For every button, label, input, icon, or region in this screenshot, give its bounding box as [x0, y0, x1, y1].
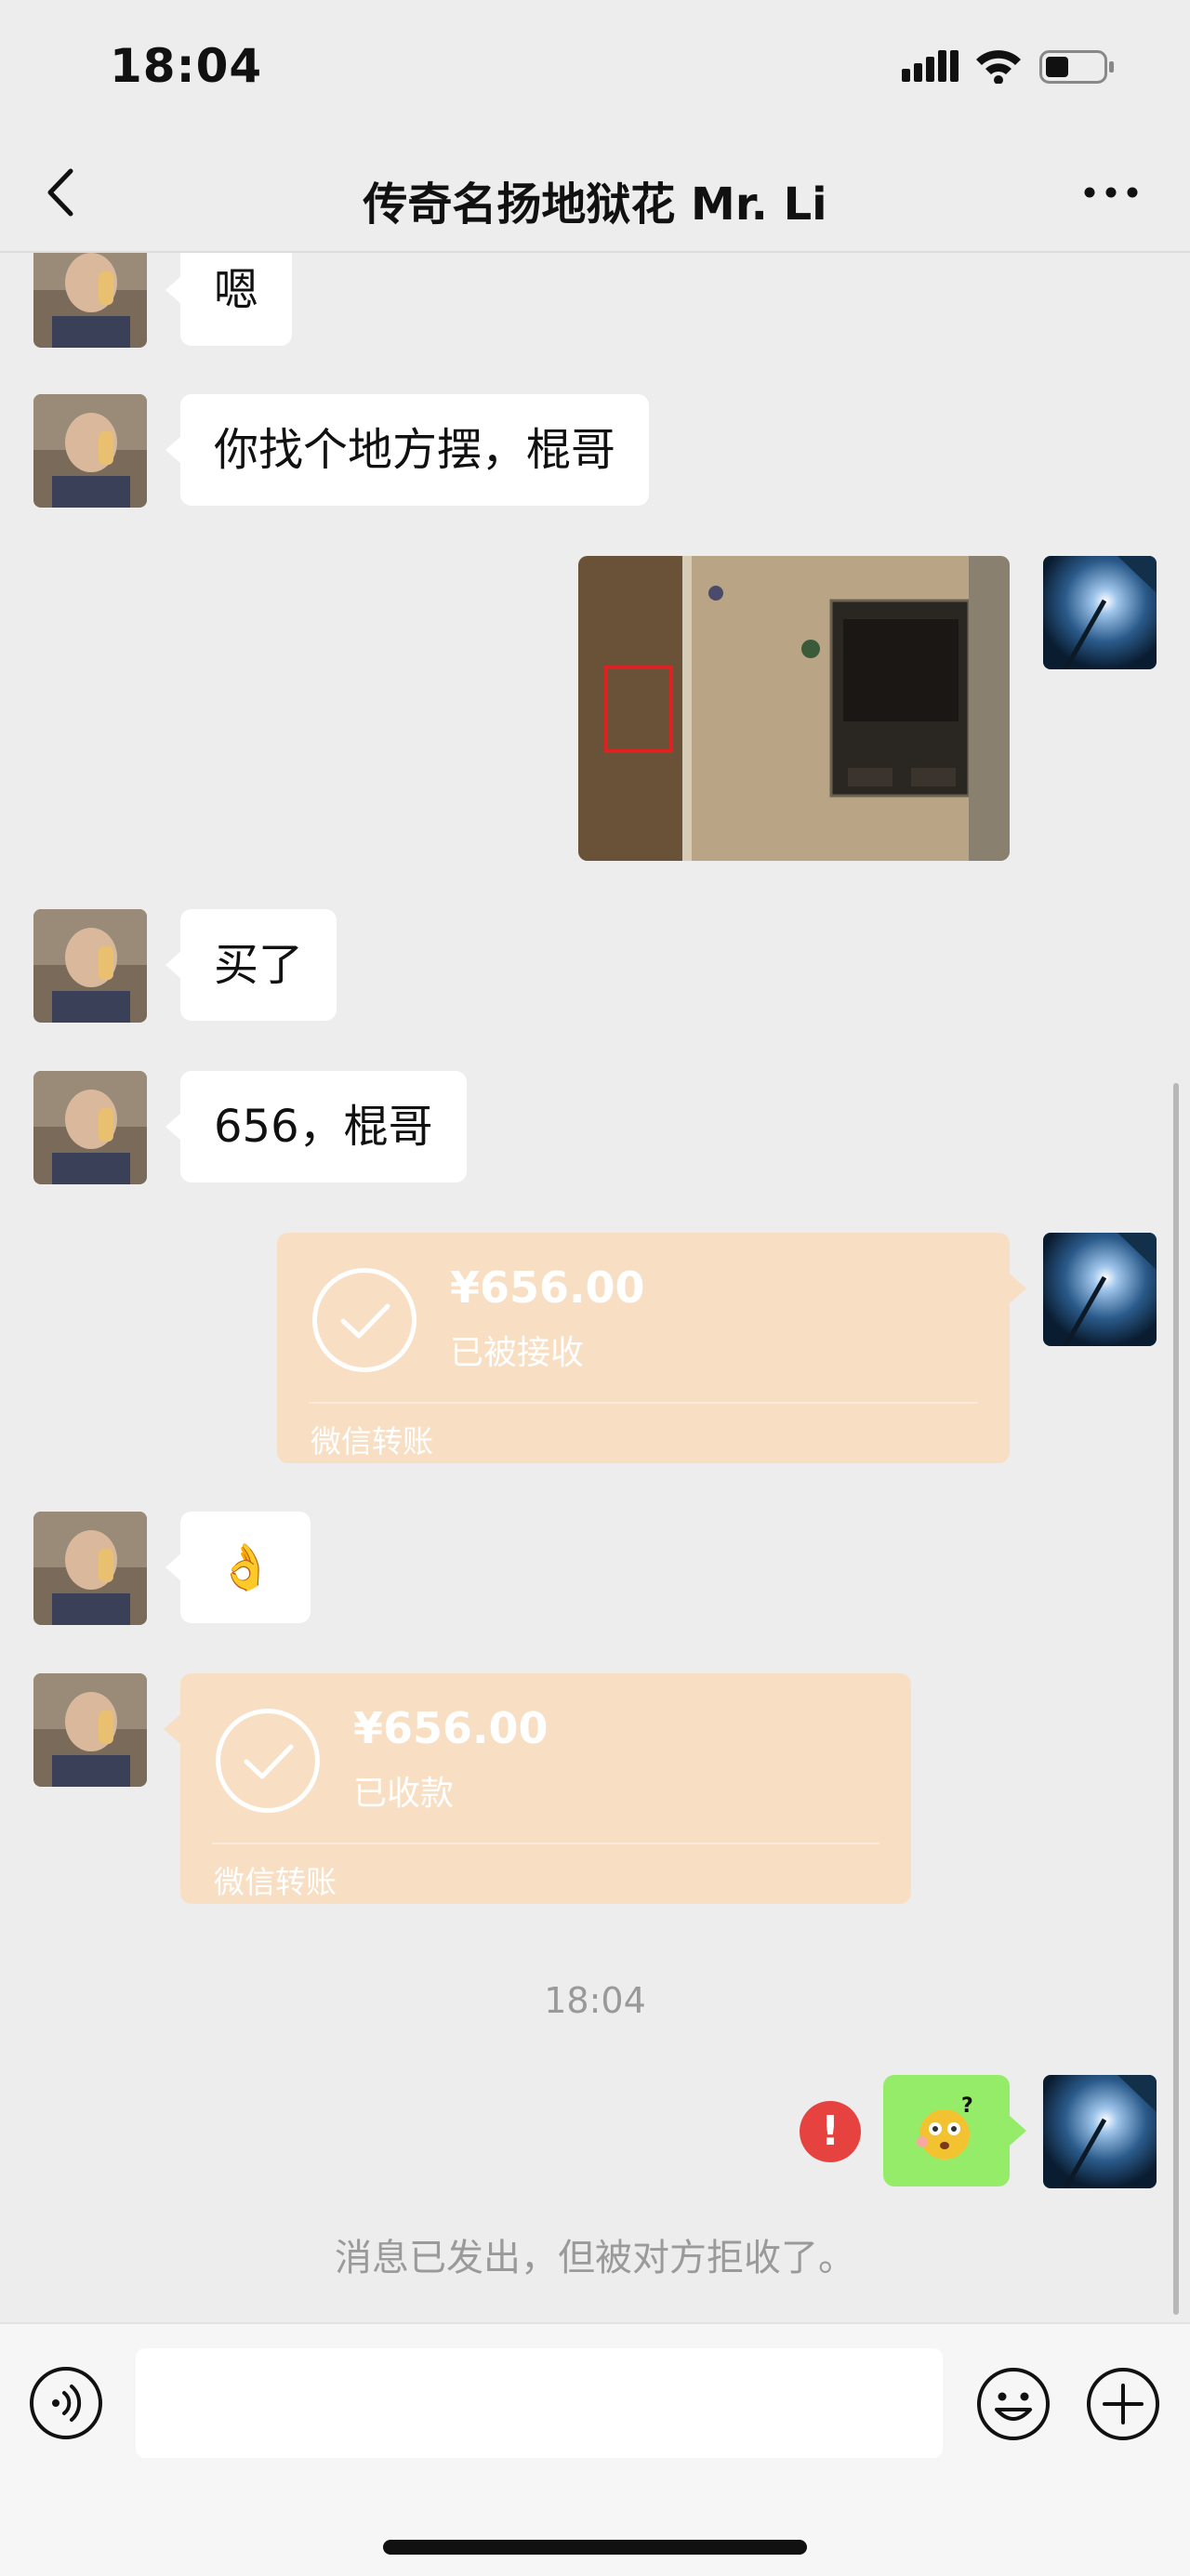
- rejected-system-note: 消息已发出，但被对方拒收了。: [335, 2237, 855, 2279]
- send-failed-icon[interactable]: !: [800, 2101, 861, 2162]
- status-bar: 18:04: [0, 0, 1190, 139]
- received-emoji-bubble[interactable]: 👌: [165, 1512, 311, 1623]
- transfer-card-received[interactable]: ¥656.00 已收款 微信转账: [164, 1673, 911, 1904]
- message-list[interactable]: 嗯 你找个地方摆，棍哥 买了 656，棍哥 ¥656.00 已被接收 微信转账 …: [0, 253, 1190, 2322]
- contact-avatar[interactable]: [33, 253, 147, 348]
- game-screenshot-image[interactable]: [578, 556, 1010, 861]
- transfer-label: 微信转账: [214, 1864, 337, 1900]
- more-options-icon[interactable]: [1078, 169, 1144, 216]
- transfer-amount: ¥656.00: [353, 1703, 549, 1753]
- message-input[interactable]: [136, 2348, 943, 2458]
- input-bar: [0, 2322, 1190, 2576]
- received-message-bubble[interactable]: 656，棍哥: [165, 1071, 467, 1182]
- contact-avatar[interactable]: [33, 1071, 147, 1184]
- received-message-bubble[interactable]: 买了: [165, 909, 337, 1021]
- check-circle-icon: [216, 1709, 320, 1813]
- transfer-divider: [309, 1402, 978, 1404]
- contact-avatar[interactable]: [33, 394, 147, 508]
- contact-avatar[interactable]: [33, 1673, 147, 1787]
- emoji-icon[interactable]: [974, 2365, 1052, 2443]
- home-indicator[interactable]: [383, 2540, 807, 2555]
- voice-input-icon[interactable]: [28, 2365, 104, 2441]
- transfer-amount: ¥656.00: [450, 1262, 645, 1313]
- add-more-icon[interactable]: [1084, 2365, 1162, 2443]
- transfer-divider: [212, 1843, 879, 1844]
- contact-avatar[interactable]: [33, 909, 147, 1023]
- received-message-bubble[interactable]: 你找个地方摆，棍哥: [165, 394, 650, 506]
- chat-title: 传奇名扬地狱花 Mr. Li: [363, 178, 827, 231]
- message-timestamp: 18:04: [544, 1980, 646, 2021]
- confused-face-icon: ?: [917, 2094, 973, 2160]
- transfer-status: 已收款: [353, 1775, 455, 1813]
- status-time: 18:04: [110, 39, 263, 93]
- received-message-bubble[interactable]: 嗯: [165, 253, 293, 346]
- svg-text:?: ?: [961, 2094, 973, 2118]
- sent-sticker-bubble[interactable]: ?: [883, 2075, 1026, 2186]
- transfer-label: 微信转账: [311, 1423, 433, 1460]
- chat-header: 传奇名扬地狱花 Mr. Li: [0, 139, 1190, 253]
- transfer-status: 已被接收: [450, 1334, 585, 1372]
- battery-icon: [1039, 50, 1114, 84]
- wifi-icon: [976, 50, 1021, 84]
- cellular-signal-icon: [902, 50, 959, 82]
- check-circle-icon: [312, 1268, 416, 1372]
- my-avatar[interactable]: [1043, 556, 1157, 669]
- scrollbar[interactable]: [1173, 1083, 1179, 2315]
- contact-avatar[interactable]: [33, 1512, 147, 1625]
- my-avatar[interactable]: [1043, 1233, 1157, 1346]
- my-avatar[interactable]: [1043, 2075, 1157, 2188]
- transfer-card-sent[interactable]: ¥656.00 已被接收 微信转账: [277, 1233, 1026, 1463]
